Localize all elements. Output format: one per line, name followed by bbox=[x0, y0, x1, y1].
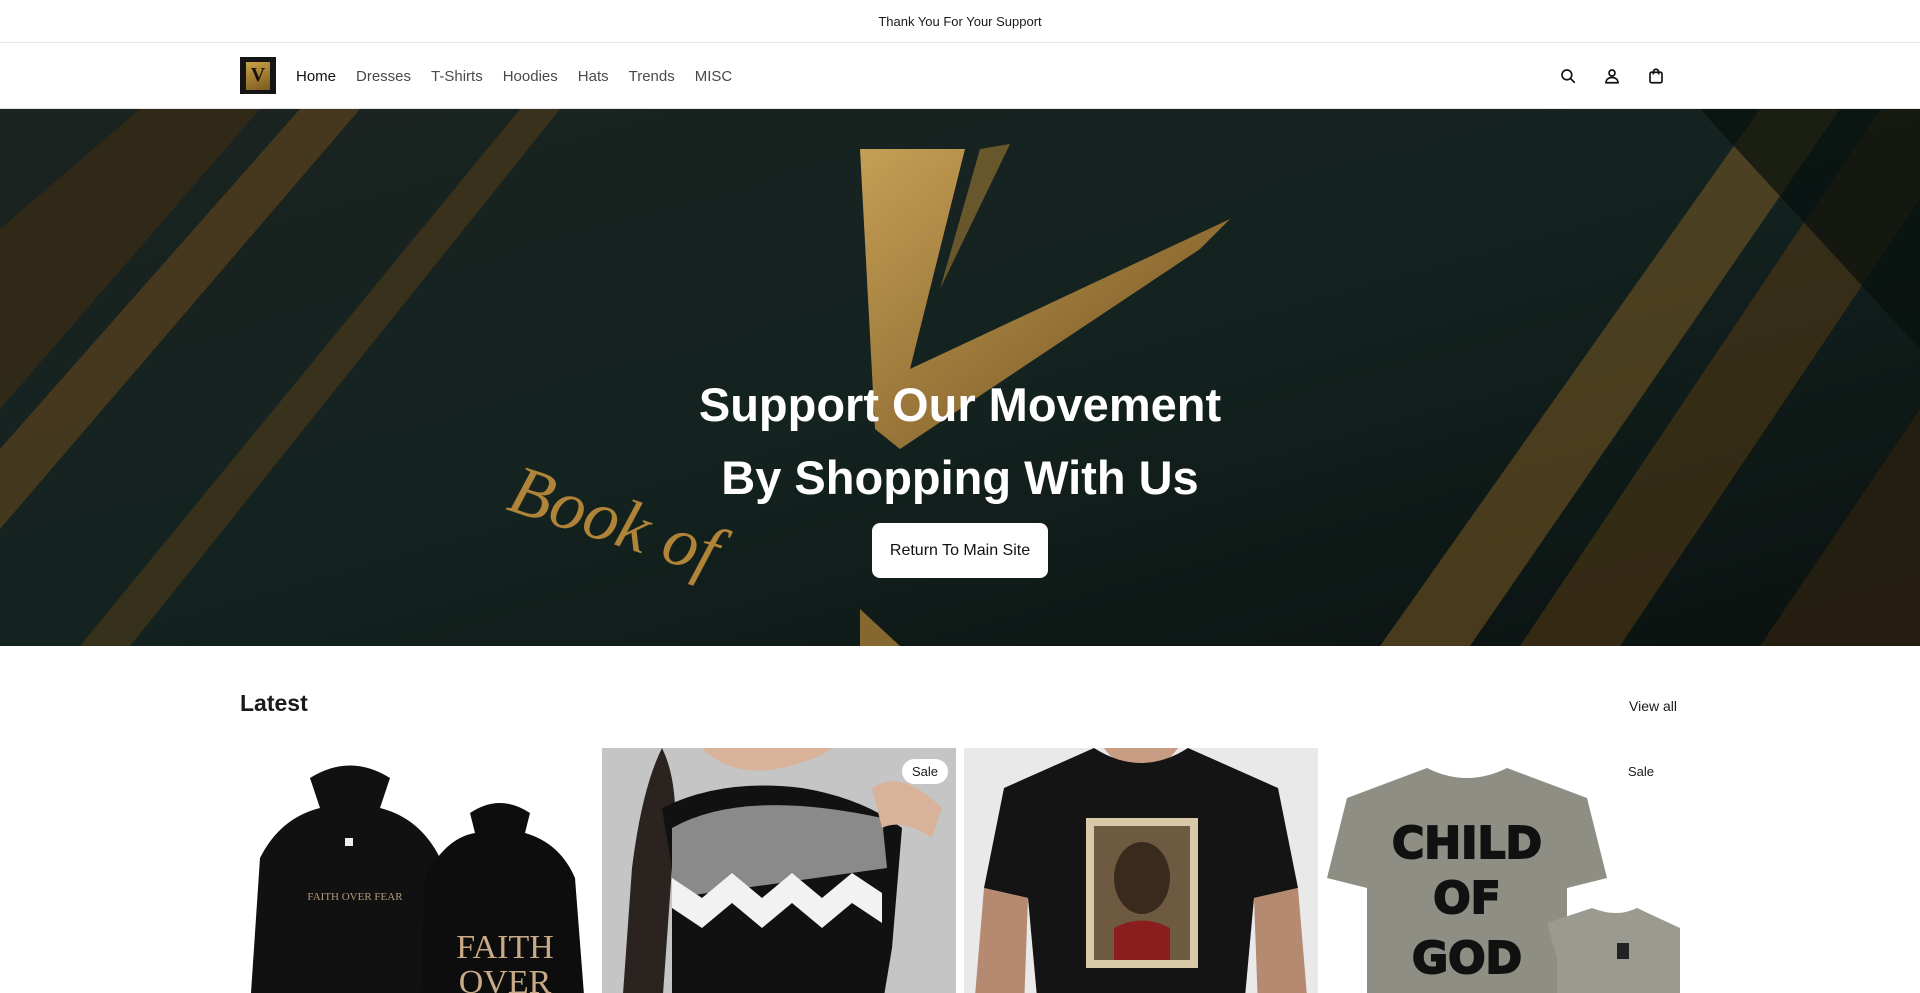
hero-banner: Book of Support Our Movement By Shopping… bbox=[0, 109, 1920, 646]
nav-t-shirts[interactable]: T-Shirts bbox=[431, 68, 483, 85]
main-nav: Home Dresses T-Shirts Hoodies Hats Trend… bbox=[296, 43, 732, 109]
hoodie-print-small: FAITH OVER FEAR bbox=[307, 891, 403, 903]
hero-content: Support Our Movement By Shopping With Us… bbox=[0, 109, 1920, 646]
announcement-text: Thank You For Your Support bbox=[878, 13, 1042, 29]
hero-title-line-2: By Shopping With Us bbox=[721, 451, 1199, 504]
nav-misc[interactable]: MISC bbox=[695, 68, 733, 85]
product-grid: FAITH OVER FEAR FAITH OVER Sale CHILD OF… bbox=[240, 748, 1680, 993]
announcement-bar: Thank You For Your Support bbox=[0, 0, 1920, 43]
section-title-latest: Latest bbox=[240, 690, 308, 716]
product-image-tshirt bbox=[964, 748, 1318, 993]
logo[interactable]: V bbox=[240, 57, 276, 94]
hero-title-line-1: Support Our Movement bbox=[698, 378, 1222, 431]
tshirt-print-3: GOD bbox=[1412, 933, 1522, 984]
sale-badge: Sale bbox=[1617, 759, 1664, 784]
nav-trends[interactable]: Trends bbox=[629, 68, 675, 85]
account-icon[interactable] bbox=[1600, 64, 1624, 88]
hoodie-print-large-1: FAITH bbox=[456, 929, 554, 966]
search-icon[interactable] bbox=[1556, 64, 1580, 88]
product-image-child-of-god: CHILD OF GOD bbox=[1327, 768, 1680, 993]
nav-hoodies[interactable]: Hoodies bbox=[503, 68, 558, 85]
tshirt-print-1: CHILD bbox=[1392, 818, 1542, 869]
nav-hats[interactable]: Hats bbox=[578, 68, 609, 85]
product-card[interactable]: Sale bbox=[602, 748, 956, 993]
return-to-main-site-button[interactable]: Return To Main Site bbox=[872, 523, 1048, 578]
hero-title: Support Our Movement By Shopping With Us bbox=[699, 368, 1221, 514]
product-image-dress bbox=[602, 748, 956, 993]
cart-icon[interactable] bbox=[1644, 64, 1668, 88]
product-image-hoodies: FAITH OVER FEAR FAITH OVER bbox=[251, 765, 584, 993]
nav-dresses[interactable]: Dresses bbox=[356, 68, 411, 85]
nav-home[interactable]: Home bbox=[296, 68, 336, 85]
product-card[interactable] bbox=[964, 748, 1318, 993]
logo-mark: V bbox=[246, 61, 270, 90]
hoodie-print-large-2: OVER bbox=[459, 964, 552, 993]
view-all-link[interactable]: View all bbox=[1629, 698, 1677, 714]
site-header: V Home Dresses T-Shirts Hoodies Hats Tre… bbox=[0, 43, 1920, 109]
sale-badge: Sale bbox=[901, 759, 948, 784]
header-icons bbox=[1556, 43, 1668, 109]
product-card[interactable]: CHILD OF GOD Sale bbox=[1327, 748, 1680, 993]
tshirt-print-2: OF bbox=[1433, 873, 1500, 924]
product-card[interactable]: FAITH OVER FEAR FAITH OVER bbox=[240, 748, 593, 993]
